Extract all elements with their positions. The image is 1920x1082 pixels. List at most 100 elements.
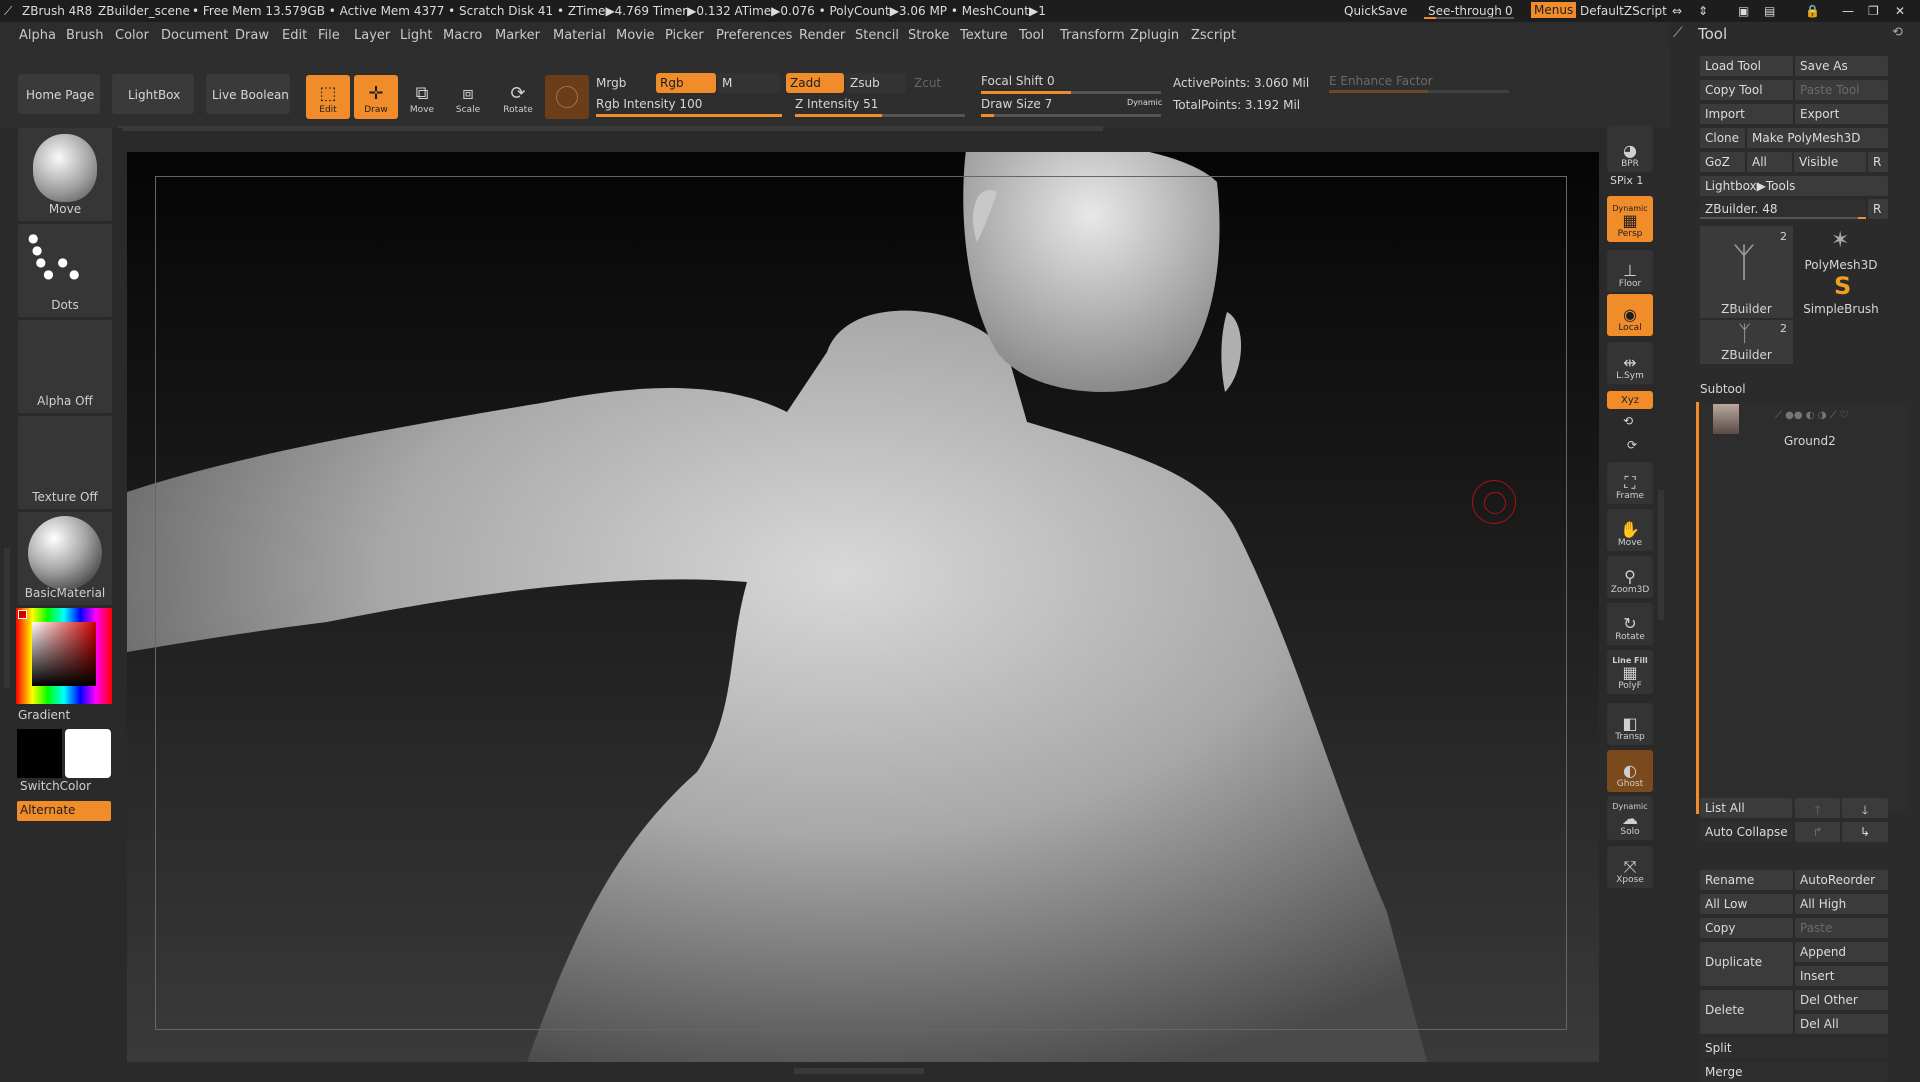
see-through-label[interactable]: See-through	[1428, 4, 1502, 18]
del-all-button[interactable]: Del All	[1795, 1014, 1888, 1034]
subtool-ground2[interactable]: Ground2	[1784, 434, 1836, 448]
goz-button[interactable]: GoZ	[1700, 152, 1745, 172]
xyz-button[interactable]: Xyz	[1607, 391, 1653, 409]
make-polymesh-button[interactable]: Make PolyMesh3D	[1747, 128, 1888, 148]
tool-thumb-simplebrush[interactable]: S SimpleBrush	[1794, 272, 1888, 318]
restore-icon[interactable]: ❐	[1868, 4, 1879, 18]
duplicate-button[interactable]: Duplicate	[1700, 942, 1793, 986]
menu-draw[interactable]: Draw	[235, 28, 269, 43]
polyf-button[interactable]: Line Fill ▦ PolyF	[1607, 650, 1653, 694]
menu-tool[interactable]: Tool	[1019, 28, 1044, 43]
delete-button[interactable]: Delete	[1700, 990, 1793, 1034]
xpose-button[interactable]: ⤧ Xpose	[1607, 846, 1653, 888]
export-button[interactable]: Export	[1795, 104, 1888, 124]
spix-slider[interactable]: SPix 1	[1610, 174, 1643, 187]
subtool-icons[interactable]: ⟋ ●● ◐ ◑ ⟋ ♡	[1775, 410, 1849, 421]
material-sphere-button[interactable]	[545, 75, 589, 119]
subtool-list[interactable]: ⟋ ●● ◐ ◑ ⟋ ♡ Ground2	[1696, 402, 1910, 814]
menu-edit[interactable]: Edit	[282, 28, 307, 43]
floor-button[interactable]: ⊥ Floor	[1607, 250, 1653, 292]
lightbox-tools-button[interactable]: Lightbox▶Tools	[1700, 176, 1888, 196]
menu-layer[interactable]: Layer	[354, 28, 390, 43]
see-through-slider[interactable]	[1424, 17, 1514, 19]
zcut-toggle[interactable]: Zcut	[908, 73, 968, 93]
move-up-icon[interactable]: 🡑	[1795, 798, 1840, 818]
load-tool-button[interactable]: Load Tool	[1700, 56, 1793, 76]
switchcolor-button[interactable]: SwitchColor	[18, 779, 114, 793]
menu-stencil[interactable]: Stencil	[855, 28, 899, 43]
menu-render[interactable]: Render	[799, 28, 845, 43]
subtool-thumbnail[interactable]	[1713, 404, 1739, 434]
m-toggle[interactable]: M	[718, 73, 780, 93]
focal-shift-slider[interactable]: Focal Shift 0	[981, 74, 1055, 88]
goz-r-button[interactable]: R	[1868, 152, 1888, 172]
layout2-icon[interactable]: ⇕	[1698, 4, 1708, 18]
zbuilder-track[interactable]	[1700, 217, 1866, 219]
merge-section[interactable]: Merge	[1700, 1062, 1888, 1082]
menu-document[interactable]: Document	[161, 28, 228, 43]
arrow-down-right-icon[interactable]: ↳	[1842, 822, 1888, 842]
color-picker[interactable]	[16, 608, 112, 704]
split-section[interactable]: Split	[1700, 1038, 1888, 1058]
transp-button[interactable]: ◧ Transp	[1607, 703, 1653, 745]
zsub-toggle[interactable]: Zsub	[846, 73, 906, 93]
canvas-bottom-handle[interactable]	[794, 1068, 924, 1074]
menu-transform[interactable]: Transform	[1060, 28, 1125, 43]
auto-collapse-button[interactable]: Auto Collapse	[1700, 822, 1792, 842]
goz-visible-button[interactable]: Visible	[1794, 152, 1866, 172]
gradient-label[interactable]: Gradient	[18, 708, 112, 722]
menu-macro[interactable]: Macro	[443, 28, 482, 43]
move-view-button[interactable]: ✋ Move	[1607, 509, 1653, 551]
draw-mode-button[interactable]: ✛ Draw	[354, 75, 398, 119]
quicksave-button[interactable]: QuickSave	[1344, 4, 1407, 18]
menu-preferences[interactable]: Preferences	[716, 28, 792, 43]
autoreorder-button[interactable]: AutoReorder	[1795, 870, 1888, 890]
all-low-button[interactable]: All Low	[1700, 894, 1793, 914]
list-all-button[interactable]: List All	[1700, 798, 1792, 818]
left-collapse-handle[interactable]	[4, 548, 10, 688]
rotate-view-button[interactable]: ↻ Rotate	[1607, 603, 1653, 645]
window2-icon[interactable]: ▤	[1764, 4, 1775, 18]
scale-mode-button[interactable]: ⧈ Scale	[446, 75, 490, 119]
menu-color[interactable]: Color	[115, 28, 149, 43]
default-zscript[interactable]: DefaultZScript	[1580, 4, 1667, 18]
menu-movie[interactable]: Movie	[616, 28, 654, 43]
goz-all-button[interactable]: All	[1747, 152, 1792, 172]
tool-thumb-polymesh[interactable]: ✶ PolyMesh3D	[1794, 226, 1888, 272]
rotate-axis2-icon[interactable]: ⟳	[1627, 438, 1637, 452]
paste-tool-button[interactable]: Paste Tool	[1795, 80, 1888, 100]
clone-button[interactable]: Clone	[1700, 128, 1745, 148]
menu-material[interactable]: Material	[553, 28, 606, 43]
lock-icon[interactable]: 🔒	[1805, 4, 1820, 18]
zbuilder-slider[interactable]: ZBuilder. 48	[1700, 199, 1866, 219]
minimize-icon[interactable]: —	[1842, 4, 1854, 18]
rotate-axis-icon[interactable]: ⟲	[1623, 414, 1633, 428]
right-collapse-handle[interactable]	[1658, 490, 1664, 620]
append-button[interactable]: Append	[1795, 942, 1888, 962]
arrow-up-right-icon[interactable]: ↱	[1795, 822, 1840, 842]
all-high-button[interactable]: All High	[1795, 894, 1888, 914]
tool-thumb-zbuilder-2[interactable]: ᛉ 2 ZBuilder	[1700, 320, 1793, 364]
copy-subtool-button[interactable]: Copy	[1700, 918, 1793, 938]
del-other-button[interactable]: Del Other	[1795, 990, 1888, 1010]
zoom3d-button[interactable]: ⚲ Zoom3D	[1607, 556, 1653, 598]
save-as-button[interactable]: Save As	[1795, 56, 1888, 76]
refresh-icon[interactable]: ⟲	[1892, 25, 1903, 40]
import-button[interactable]: Import	[1700, 104, 1793, 124]
rgb-toggle[interactable]: Rgb	[656, 73, 716, 93]
menu-alpha[interactable]: Alpha	[19, 28, 56, 43]
move-down-icon[interactable]: 🡓	[1842, 798, 1888, 818]
frame-button[interactable]: ⛶ Frame	[1607, 462, 1653, 504]
layout-icon[interactable]: ⇔	[1672, 4, 1682, 18]
close-icon[interactable]: ✕	[1895, 4, 1905, 18]
menu-file[interactable]: File	[318, 28, 340, 43]
rename-button[interactable]: Rename	[1700, 870, 1793, 890]
enhance-factor-slider[interactable]: E Enhance Factor	[1329, 74, 1433, 88]
z-intensity-slider[interactable]: Z Intensity 51	[795, 97, 878, 111]
menu-zplugin[interactable]: Zplugin	[1130, 28, 1179, 43]
menu-stroke[interactable]: Stroke	[908, 28, 949, 43]
color-square[interactable]	[32, 622, 96, 686]
edit-mode-button[interactable]: ⬚ Edit	[306, 75, 350, 119]
bpr-button[interactable]: ◕ BPR	[1607, 126, 1653, 172]
mrgb-toggle[interactable]: Mrgb	[596, 76, 626, 90]
